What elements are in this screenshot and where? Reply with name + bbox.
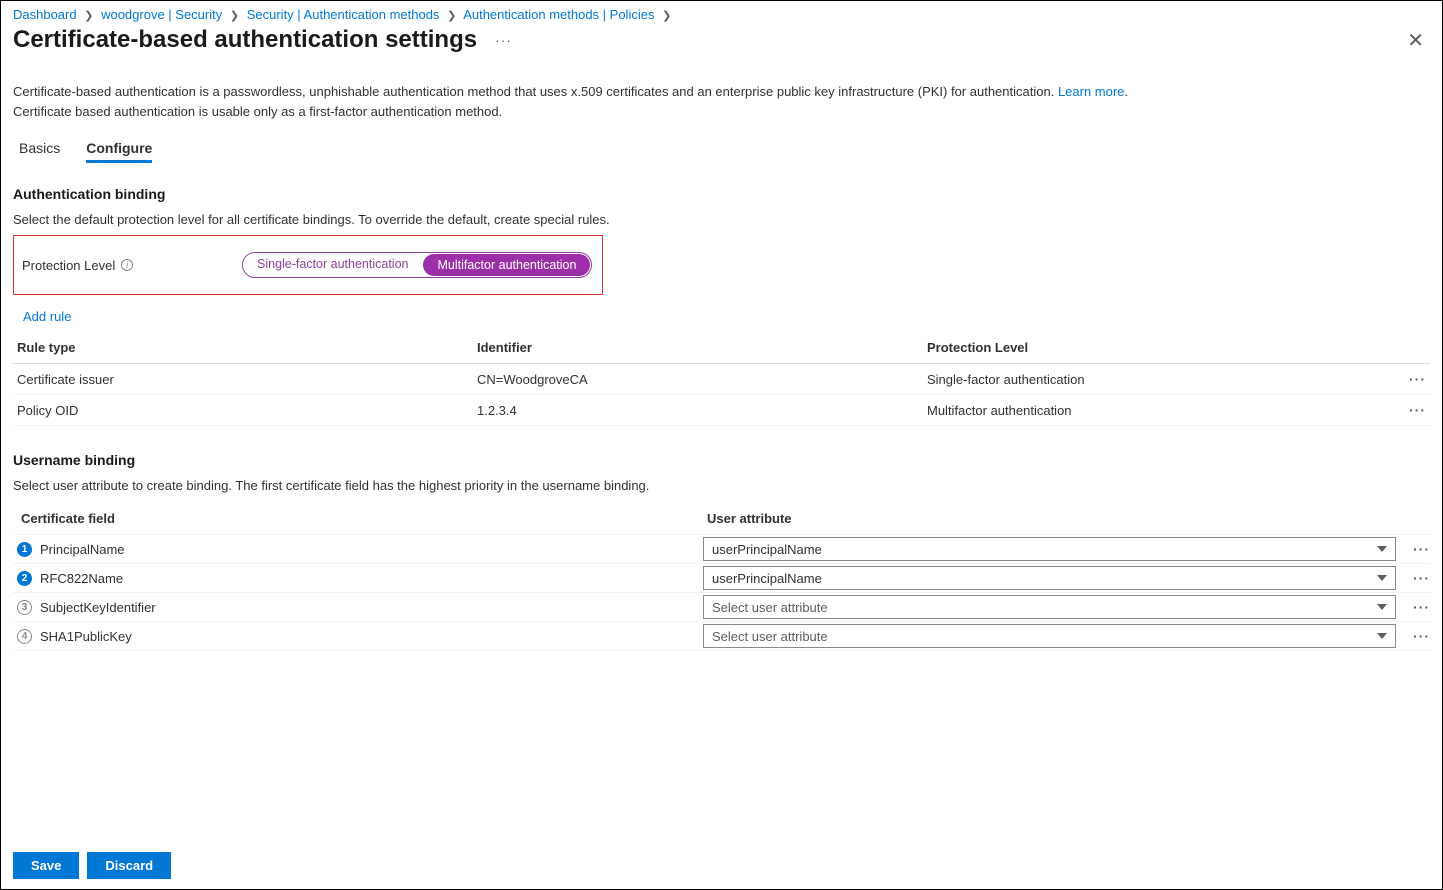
chevron-down-icon bbox=[1377, 604, 1387, 610]
priority-badge: 2 bbox=[17, 571, 32, 586]
pill-single-factor[interactable]: Single-factor authentication bbox=[243, 253, 422, 277]
row-menu-button[interactable]: ··· bbox=[1400, 541, 1430, 557]
table-row: 3 SubjectKeyIdentifier Select user attri… bbox=[13, 592, 1430, 621]
table-row[interactable]: Certificate issuer CN=WoodgroveCA Single… bbox=[13, 364, 1430, 395]
breadcrumb: Dashboard ❯ woodgrove | Security ❯ Secur… bbox=[1, 1, 1442, 24]
rules-hdr-protection: Protection Level bbox=[927, 340, 1396, 355]
breadcrumb-item-woodgrove[interactable]: woodgrove | Security bbox=[101, 7, 222, 22]
rules-hdr-type: Rule type bbox=[17, 340, 477, 355]
auth-binding-heading: Authentication binding bbox=[13, 186, 1430, 202]
chevron-right-icon: ❯ bbox=[662, 10, 671, 22]
breadcrumb-item-dashboard[interactable]: Dashboard bbox=[13, 7, 77, 22]
chevron-right-icon: ❯ bbox=[447, 10, 456, 22]
add-rule-link[interactable]: Add rule bbox=[23, 309, 71, 324]
close-icon[interactable]: ✕ bbox=[1407, 28, 1430, 53]
priority-badge: 4 bbox=[17, 629, 32, 644]
username-binding-heading: Username binding bbox=[13, 452, 1430, 468]
more-actions-button[interactable]: ··· bbox=[495, 32, 512, 48]
table-row[interactable]: Policy OID 1.2.3.4 Multifactor authentic… bbox=[13, 395, 1430, 426]
cell-identifier: 1.2.3.4 bbox=[477, 403, 927, 418]
description: Certificate-based authentication is a pa… bbox=[13, 82, 1430, 122]
cell-certificate-field: PrincipalName bbox=[40, 542, 125, 557]
tab-configure[interactable]: Configure bbox=[86, 140, 152, 163]
row-menu-button[interactable]: ··· bbox=[1400, 628, 1430, 644]
chevron-down-icon bbox=[1377, 546, 1387, 552]
table-row: 2 RFC822Name userPrincipalName ··· bbox=[13, 563, 1430, 592]
discard-button[interactable]: Discard bbox=[87, 852, 171, 879]
row-menu-button[interactable]: ··· bbox=[1396, 402, 1426, 418]
breadcrumb-item-policies[interactable]: Authentication methods | Policies bbox=[463, 7, 654, 22]
cell-certificate-field: SHA1PublicKey bbox=[40, 629, 132, 644]
footer-bar: Save Discard bbox=[13, 852, 171, 879]
chevron-right-icon: ❯ bbox=[84, 10, 93, 22]
chevron-right-icon: ❯ bbox=[230, 10, 239, 22]
info-icon[interactable]: i bbox=[121, 259, 133, 271]
user-attribute-select[interactable]: userPrincipalName bbox=[703, 537, 1396, 561]
rules-table: Rule type Identifier Protection Level Ce… bbox=[13, 332, 1430, 426]
page-title: Certificate-based authentication setting… bbox=[13, 26, 477, 54]
row-menu-button[interactable]: ··· bbox=[1400, 570, 1430, 586]
cell-certificate-field: SubjectKeyIdentifier bbox=[40, 600, 156, 615]
cell-protection: Single-factor authentication bbox=[927, 372, 1396, 387]
rules-table-header: Rule type Identifier Protection Level bbox=[13, 332, 1430, 364]
hdr-certificate-field: Certificate field bbox=[17, 511, 707, 526]
table-row: 1 PrincipalName userPrincipalName ··· bbox=[13, 534, 1430, 563]
chevron-down-icon bbox=[1377, 633, 1387, 639]
tabs: Basics Configure bbox=[13, 140, 1430, 164]
breadcrumb-item-security[interactable]: Security | Authentication methods bbox=[247, 7, 440, 22]
description-text-2: Certificate based authentication is usab… bbox=[13, 104, 502, 119]
hdr-user-attribute: User attribute bbox=[707, 511, 1396, 526]
user-attribute-select[interactable]: Select user attribute bbox=[703, 624, 1396, 648]
row-menu-button[interactable]: ··· bbox=[1396, 371, 1426, 387]
username-binding-sub: Select user attribute to create binding.… bbox=[13, 478, 1430, 493]
protection-level-label: Protection Level i bbox=[22, 258, 242, 273]
priority-badge: 1 bbox=[17, 542, 32, 557]
priority-badge: 3 bbox=[17, 600, 32, 615]
username-binding-table: Certificate field User attribute 1 Princ… bbox=[13, 503, 1430, 651]
cell-rule-type: Certificate issuer bbox=[17, 372, 477, 387]
save-button[interactable]: Save bbox=[13, 852, 79, 879]
chevron-down-icon bbox=[1377, 575, 1387, 581]
username-table-header: Certificate field User attribute bbox=[13, 503, 1430, 534]
table-row: 4 SHA1PublicKey Select user attribute ··… bbox=[13, 621, 1430, 651]
tab-basics[interactable]: Basics bbox=[19, 140, 60, 163]
row-menu-button[interactable]: ··· bbox=[1400, 599, 1430, 615]
pill-multifactor[interactable]: Multifactor authentication bbox=[423, 254, 590, 276]
user-attribute-select[interactable]: userPrincipalName bbox=[703, 566, 1396, 590]
protection-level-block: Protection Level i Single-factor authent… bbox=[13, 235, 603, 295]
auth-binding-sub: Select the default protection level for … bbox=[13, 212, 1430, 227]
user-attribute-select[interactable]: Select user attribute bbox=[703, 595, 1396, 619]
cell-rule-type: Policy OID bbox=[17, 403, 477, 418]
cell-certificate-field: RFC822Name bbox=[40, 571, 123, 586]
cell-protection: Multifactor authentication bbox=[927, 403, 1396, 418]
title-row: Certificate-based authentication setting… bbox=[1, 24, 1442, 68]
cell-identifier: CN=WoodgroveCA bbox=[477, 372, 927, 387]
protection-level-toggle[interactable]: Single-factor authentication Multifactor… bbox=[242, 252, 592, 278]
rules-hdr-identifier: Identifier bbox=[477, 340, 927, 355]
description-text-1: Certificate-based authentication is a pa… bbox=[13, 84, 1054, 99]
learn-more-link[interactable]: Learn more bbox=[1058, 84, 1124, 99]
